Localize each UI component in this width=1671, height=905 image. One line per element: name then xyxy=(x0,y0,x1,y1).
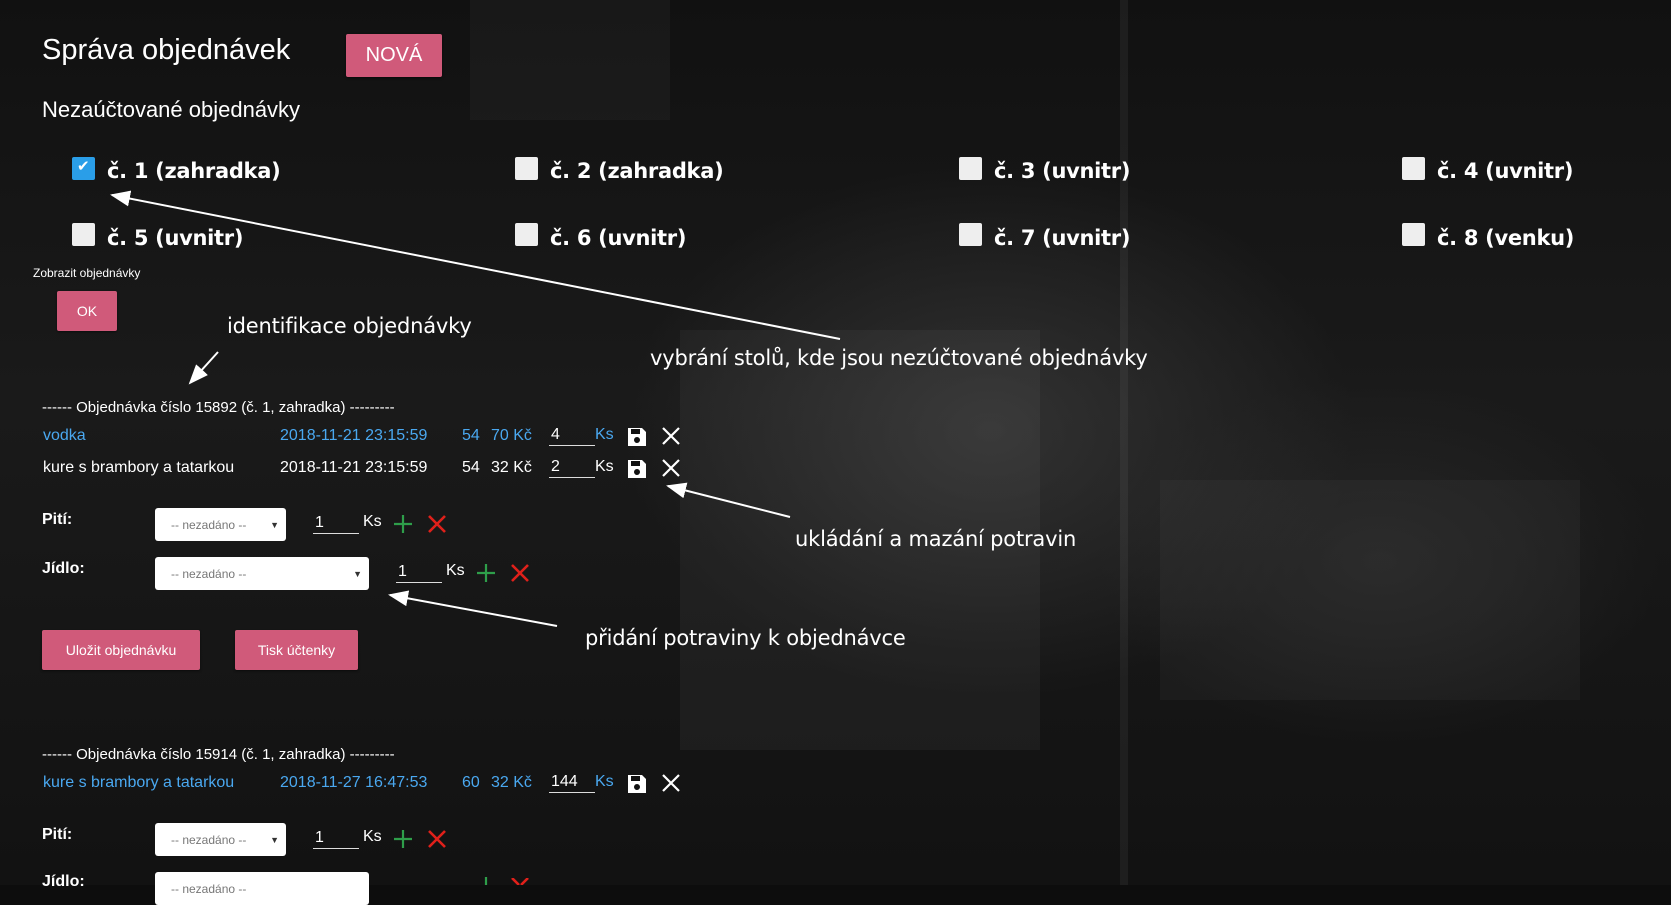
order-header: ------ Objednávka číslo 15892 (č. 1, zah… xyxy=(42,399,395,416)
item-datetime: 2018-11-21 23:15:59 xyxy=(280,427,428,444)
item-price: 32 Kč xyxy=(491,459,532,476)
food-select[interactable]: -- nezadáno -- xyxy=(155,872,369,905)
food-select[interactable]: -- nezadáno -- ▼ xyxy=(155,557,369,590)
close-icon[interactable] xyxy=(661,426,681,446)
item-id: 54 xyxy=(462,459,480,476)
plus-icon[interactable] xyxy=(392,828,414,850)
food-unit: Ks xyxy=(446,562,465,579)
item-price: 70 Kč xyxy=(491,427,532,444)
item-id: 60 xyxy=(462,774,480,791)
item-name: kure s brambory a tatarkou xyxy=(43,774,235,791)
triangle-down-icon: ▼ xyxy=(270,519,279,530)
item-datetime: 2018-11-21 23:15:59 xyxy=(280,459,428,476)
drink-label: Pití: xyxy=(42,826,73,843)
plus-icon[interactable] xyxy=(475,562,497,584)
order-header: ------ Objednávka číslo 15914 (č. 1, zah… xyxy=(42,746,395,763)
drink-select[interactable]: -- nezadáno -- ▼ xyxy=(155,823,286,856)
arrow-order-id xyxy=(188,351,219,385)
arrow-table-select xyxy=(110,190,841,340)
food-label: Jídlo: xyxy=(42,560,85,577)
item-unit: Ks xyxy=(595,426,614,443)
floppy-disk-icon[interactable] xyxy=(626,426,648,448)
item-name: kure s brambory a tatarkou xyxy=(43,459,235,476)
red-x-icon[interactable] xyxy=(427,829,447,849)
item-quantity-input[interactable] xyxy=(549,426,595,446)
item-quantity-input[interactable] xyxy=(549,458,595,478)
plus-icon[interactable] xyxy=(392,513,414,535)
item-unit: Ks xyxy=(595,458,614,475)
save-order-button[interactable]: Uložit objednávku xyxy=(42,630,200,670)
plus-icon[interactable] xyxy=(475,877,497,885)
triangle-down-icon: ▼ xyxy=(270,834,279,845)
food-label: Jídlo: xyxy=(42,873,85,890)
item-datetime: 2018-11-27 16:47:53 xyxy=(280,774,428,791)
drink-quantity-input[interactable] xyxy=(313,514,359,534)
drink-unit: Ks xyxy=(363,513,382,530)
item-price: 32 Kč xyxy=(491,774,532,791)
drink-unit: Ks xyxy=(363,828,382,845)
arrow-add-item xyxy=(388,590,558,627)
drink-select[interactable]: -- nezadáno -- ▼ xyxy=(155,508,286,541)
select-value: -- nezadáno -- xyxy=(171,832,247,847)
close-icon[interactable] xyxy=(661,458,681,478)
red-x-icon[interactable] xyxy=(510,563,530,583)
item-unit: Ks xyxy=(595,773,614,790)
drink-label: Pití: xyxy=(42,511,73,528)
red-x-icon[interactable] xyxy=(510,878,530,885)
select-value: -- nezadáno -- xyxy=(171,881,247,896)
arrow-save-delete xyxy=(666,482,791,518)
floppy-disk-icon[interactable] xyxy=(626,458,648,480)
print-receipt-button[interactable]: Tisk účtenky xyxy=(235,630,358,670)
select-value: -- nezadáno -- xyxy=(171,566,247,581)
red-x-icon[interactable] xyxy=(427,514,447,534)
item-quantity-input[interactable] xyxy=(549,773,595,793)
select-value: -- nezadáno -- xyxy=(171,517,247,532)
floppy-disk-icon[interactable] xyxy=(626,773,648,795)
item-name: vodka xyxy=(43,427,86,444)
triangle-down-icon: ▼ xyxy=(353,568,362,579)
drink-quantity-input[interactable] xyxy=(313,829,359,849)
close-icon[interactable] xyxy=(661,773,681,793)
food-quantity-input[interactable] xyxy=(396,563,442,583)
item-id: 54 xyxy=(462,427,480,444)
